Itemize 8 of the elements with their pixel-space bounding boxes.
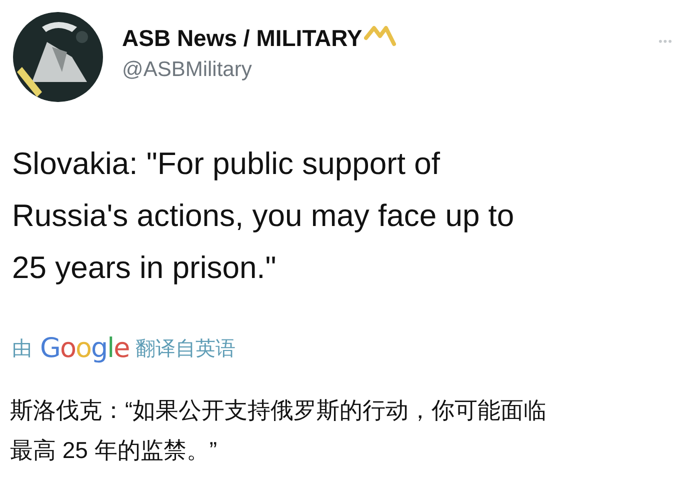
translated-by-label: 由 <box>12 337 32 362</box>
account-name[interactable]: ASB News / MILITARY <box>122 24 362 52</box>
google-logo[interactable]: Google <box>40 334 130 364</box>
tweet-text: Slovakia: "For public support of Russia's actions, you may face up to 25 years in prison." <box>12 145 516 287</box>
translated-text: 斯洛伐克：“如果公开支持俄罗斯的行动，你可能面临 最高 25 年的监禁。” <box>10 396 548 465</box>
translated-from-label: 翻译自英语 <box>135 337 236 362</box>
account-handle[interactable]: @ASBMilitary <box>122 56 396 84</box>
zigzag-icon <box>364 24 396 48</box>
